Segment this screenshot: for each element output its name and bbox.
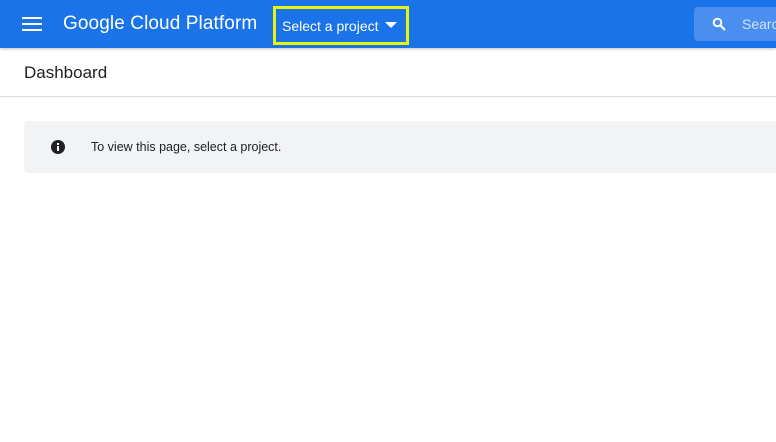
navigation-menu-button[interactable] bbox=[16, 8, 48, 40]
top-app-bar: Google Cloud Platform Select a project bbox=[0, 0, 776, 48]
search-bar[interactable] bbox=[694, 7, 776, 41]
dropdown-arrow-icon bbox=[385, 22, 397, 28]
project-picker-button[interactable]: Select a project bbox=[273, 6, 409, 45]
page-title: Dashboard bbox=[24, 63, 108, 82]
project-picker-label: Select a project bbox=[282, 17, 379, 34]
info-banner: To view this page, select a project. bbox=[24, 121, 776, 173]
menu-icon bbox=[22, 17, 42, 31]
info-message: To view this page, select a project. bbox=[91, 140, 282, 154]
app-title[interactable]: Google Cloud Platform bbox=[63, 13, 257, 35]
search-input[interactable] bbox=[742, 16, 776, 32]
info-icon bbox=[51, 140, 65, 154]
search-icon[interactable] bbox=[712, 16, 726, 32]
page-header: Dashboard bbox=[0, 48, 776, 97]
